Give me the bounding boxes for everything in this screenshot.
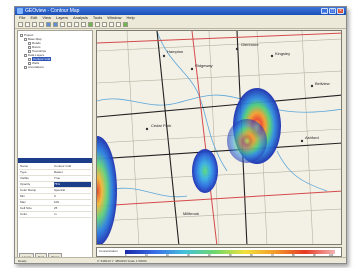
map-label: Hampton: [167, 49, 184, 54]
zoom-out-icon[interactable]: [53, 22, 58, 27]
status-coordinates: X: 548210 Y: 4852930 Scale 1:50000: [97, 259, 147, 263]
grid-icon[interactable]: [102, 22, 107, 27]
save-icon[interactable]: [32, 22, 37, 27]
status-bar: Ready X: 548210 Y: 4852930 Scale 1:50000: [15, 257, 346, 263]
map-view[interactable]: Hampton Glenmore Cedar Park Bellview Ash…: [96, 30, 342, 245]
expand-icon[interactable]: [24, 65, 27, 69]
open-icon[interactable]: [25, 22, 30, 27]
property-row[interactable]: Units m: [19, 212, 91, 218]
export-icon[interactable]: [123, 22, 128, 27]
map-label: Glenmore: [241, 42, 259, 47]
map-label: Kingsley: [275, 51, 291, 56]
new-icon[interactable]: [18, 22, 23, 27]
map-label: Bellview: [315, 81, 330, 86]
pan-icon[interactable]: [60, 22, 65, 27]
maximize-button[interactable]: □: [329, 8, 336, 14]
layer-panel: Project Base Map Roads Rivers Townships …: [17, 30, 93, 261]
minimize-button[interactable]: _: [321, 8, 328, 14]
map-label: Ashford: [305, 135, 319, 140]
refresh-icon[interactable]: [116, 22, 121, 27]
contour-icon[interactable]: [109, 22, 114, 27]
tree-item-annotations[interactable]: Annotations: [20, 65, 51, 69]
color-legend: Concentration 0 10 20 30 40 50 60 70 80 …: [96, 247, 342, 257]
status-text: Ready: [18, 259, 27, 263]
layer-icon[interactable]: [95, 22, 100, 27]
close-button[interactable]: ×: [337, 8, 344, 14]
layer-tree: Project Base Map Roads Rivers Townships …: [20, 33, 52, 69]
identify-icon[interactable]: [74, 22, 79, 27]
app-icon: [17, 8, 23, 14]
properties-grid: Name Contour Grid Type Raster Visible True …: [19, 164, 91, 218]
run-icon[interactable]: [88, 22, 93, 27]
map-label: Ridgeway: [195, 63, 213, 68]
toolbar: [15, 21, 346, 29]
select-icon[interactable]: [67, 22, 72, 27]
measure-icon[interactable]: [81, 22, 86, 27]
title-bar: GEOview - Contour Map _ □ ×: [15, 7, 346, 15]
print-icon[interactable]: [39, 22, 44, 27]
properties-header: Properties: [18, 158, 92, 172]
zoom-in-icon[interactable]: [46, 22, 51, 27]
legend-title: Concentration: [99, 249, 118, 253]
map-label: Cedar Park: [151, 123, 172, 128]
window-controls: _ □ ×: [321, 8, 344, 14]
window-title: GEOview - Contour Map: [25, 8, 80, 14]
app-window: GEOview - Contour Map _ □ × File Edit Vi…: [14, 6, 347, 264]
map-label: Millbrook: [183, 211, 200, 216]
